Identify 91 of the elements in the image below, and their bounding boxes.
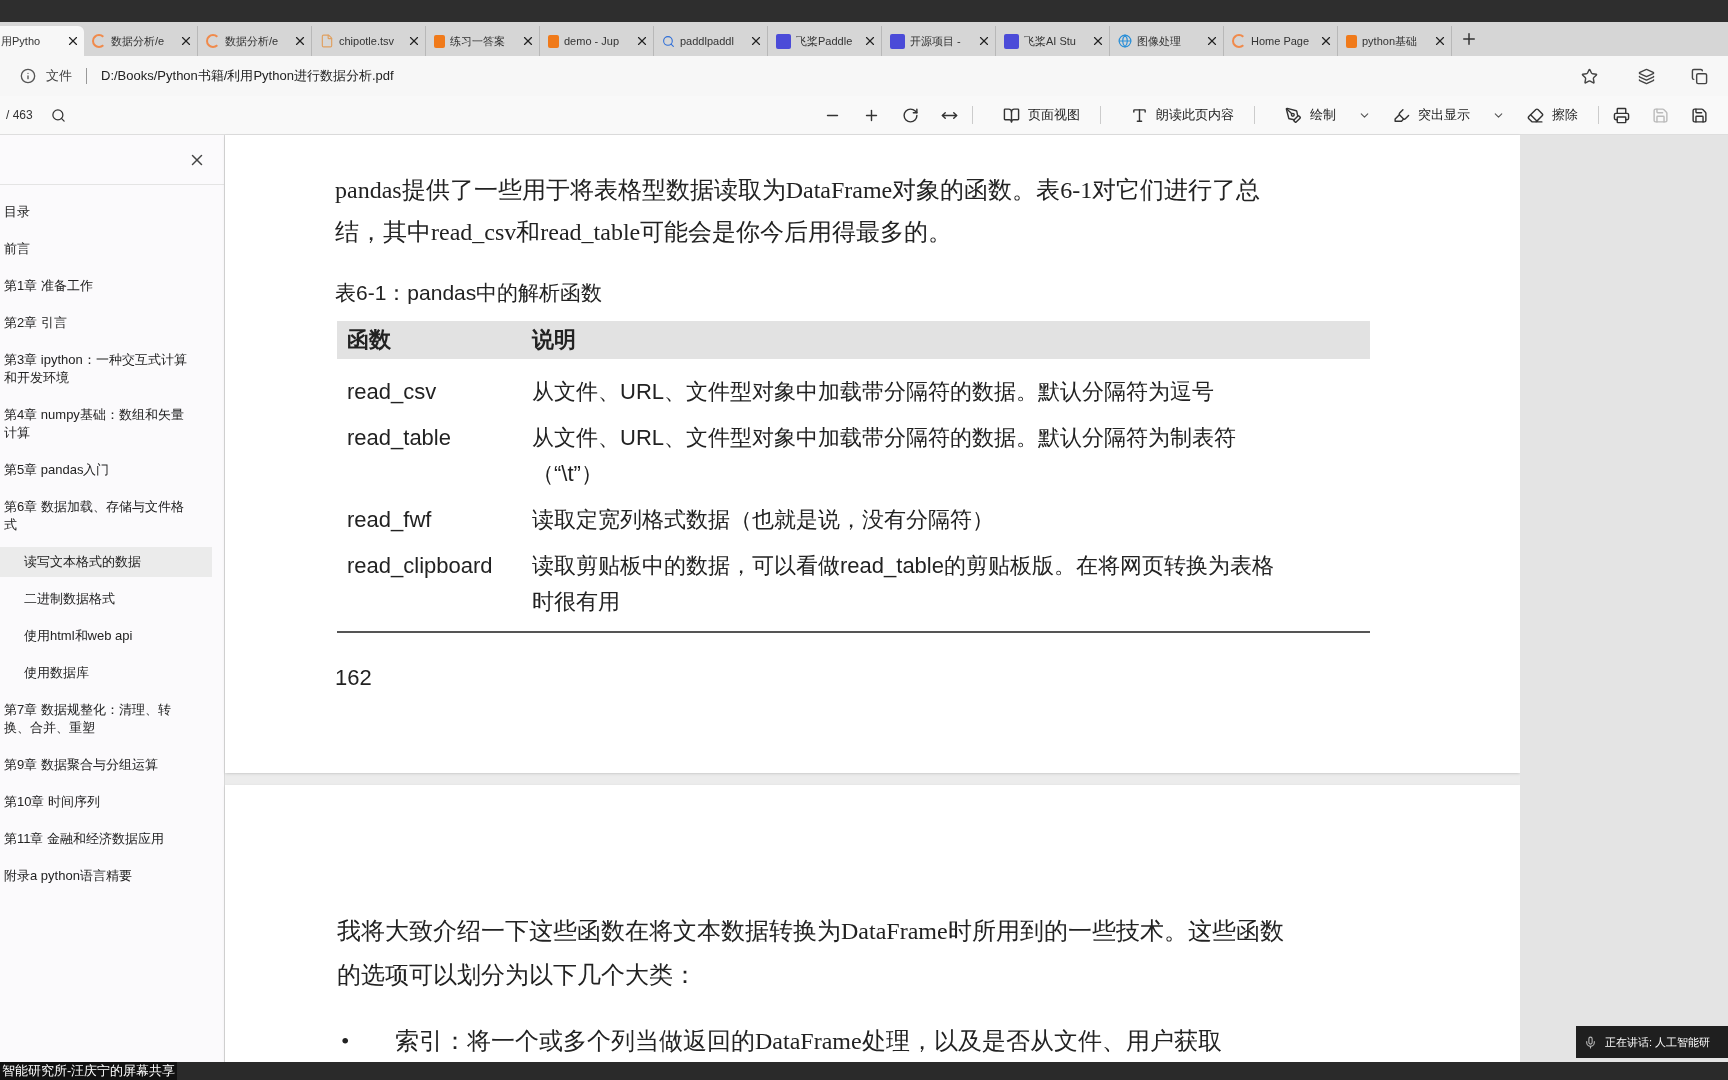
list-item-text: 索引：将一个或多个列当做返回的DataFrame处理，以及是否从文件、用户获取 — [395, 1027, 1222, 1056]
toolbar-button[interactable]: 突出显示 — [1387, 100, 1511, 130]
close-icon[interactable] — [293, 34, 307, 48]
tab-title: 飞桨Paddle — [796, 33, 854, 49]
tab-title: paddlpaddl — [680, 33, 735, 49]
outline-item[interactable]: 第3章 ipython：一种交互式计算和开发环境 — [0, 345, 212, 393]
toolbar-button[interactable]: 朗读此页内容 — [1125, 100, 1240, 130]
browser-tab[interactable]: 用Pytho — [0, 26, 84, 56]
read-aloud-icon — [1131, 106, 1148, 124]
close-icon[interactable] — [1319, 34, 1333, 48]
microphone-icon — [1584, 1035, 1597, 1049]
outline-item[interactable]: 使用html和web api — [0, 621, 212, 651]
outline-item[interactable]: 目录 — [0, 197, 212, 227]
paragraph: pandas提供了一些用于将表格型数据读取为DataFrame对象的函数。表6-1对它们进行了总结，其中read_csv和read_table可能会是你今后用得最多的。 — [335, 176, 1262, 247]
eraser-icon — [1527, 106, 1544, 124]
rotate-icon[interactable] — [902, 106, 919, 124]
column-header: 说明 — [532, 326, 576, 354]
close-icon[interactable] — [407, 34, 421, 48]
table-cell-text: read_fwf — [346, 505, 433, 534]
highlighter-icon — [1393, 106, 1410, 124]
table-cell-text: 从文件、URL、文件型对象中加载带分隔符的数据。默认分隔符为制表符（“\t”） — [532, 423, 1237, 488]
close-icon[interactable] — [1433, 34, 1447, 48]
outline-item[interactable]: 第6章 数据加载、存储与文件格式 — [0, 492, 212, 540]
close-icon[interactable] — [635, 34, 649, 48]
outline-item[interactable]: 第2章 引言 — [0, 308, 212, 338]
table-cell-text: 从文件、URL、文件型对象中加载带分隔符的数据。默认分隔符为逗号 — [532, 377, 1215, 406]
toolbar-button[interactable]: 擦除 — [1521, 100, 1584, 130]
collections-icon[interactable] — [1691, 67, 1708, 85]
tab-title: demo - Jup — [564, 33, 621, 49]
tab-title: 数据分析/e — [111, 33, 166, 49]
favorites-icon[interactable] — [1638, 67, 1655, 85]
search-icon[interactable] — [50, 107, 66, 123]
tab-title: 图像处理 — [1137, 33, 1182, 49]
url-field[interactable]: D:/Books/Python书籍/利用Python进行数据分析.pdf — [101, 66, 1571, 86]
table-cell-text: read_table — [346, 423, 452, 452]
tab-title: 用Pytho — [1, 33, 42, 49]
globe-icon — [1118, 34, 1132, 48]
tab-title: 开源项目 - — [910, 33, 962, 49]
outline-item[interactable]: 第4章 numpy基础：数组和矢量计算 — [0, 400, 212, 448]
info-icon[interactable] — [20, 68, 36, 84]
tab-title: 练习一答案 — [450, 33, 506, 49]
outline-item[interactable]: 二进制数据格式 — [0, 584, 212, 614]
table-cell-text: read_clipboard — [346, 551, 494, 580]
close-icon[interactable] — [179, 34, 193, 48]
print-icon[interactable] — [1613, 106, 1630, 124]
ring-icon — [206, 34, 220, 48]
security-label: 文件 — [46, 67, 72, 86]
close-icon[interactable] — [977, 34, 991, 48]
document-icon — [320, 34, 334, 48]
search-icon — [662, 34, 675, 48]
outline-item[interactable]: 第7章 数据规整化：清理、转换、合并、重塑 — [0, 695, 212, 743]
outline-item[interactable]: 使用数据库 — [0, 658, 212, 688]
outline-item[interactable]: 第1章 准备工作 — [0, 271, 212, 301]
table-cell-text: 读取定宽列格式数据（也就是说，没有分隔符） — [532, 505, 995, 534]
page-view-icon — [1003, 106, 1020, 124]
tab-title: Home Page — [1251, 33, 1311, 49]
table-cell-text: read_csv — [346, 377, 438, 406]
new-tab-icon[interactable] — [1460, 30, 1478, 48]
outline-item[interactable]: 读写文本格式的数据 — [0, 547, 212, 577]
save-as-icon[interactable] — [1691, 106, 1708, 124]
outline-item[interactable]: 第10章 时间序列 — [0, 787, 212, 817]
outline-item[interactable]: 第11章 金融和经济数据应用 — [0, 824, 212, 854]
tab-title: chipotle.tsv — [339, 33, 396, 49]
close-icon[interactable] — [863, 34, 877, 48]
pen-icon — [1285, 106, 1302, 124]
paragraph: 我将大致介绍一下这些函数在将文本数据转换为DataFrame时所用到的一些技术。这些函数的选项可以划分为以下几个大类： — [337, 917, 1285, 990]
outline-item[interactable]: 第5章 pandas入门 — [0, 455, 212, 485]
tab-title: 数据分析/e — [225, 33, 280, 49]
toolbar-button[interactable]: 绘制 — [1279, 100, 1377, 130]
speaker-name: 正在讲话: 人工智能研 — [1605, 1034, 1711, 1050]
page-count: / 463 — [6, 107, 33, 124]
add-favorite-icon[interactable] — [1581, 67, 1598, 85]
close-icon[interactable] — [521, 34, 535, 48]
close-icon[interactable] — [1091, 34, 1105, 48]
tab-title: python基础 — [1362, 33, 1419, 49]
toolbar-button[interactable]: 页面视图 — [997, 100, 1086, 130]
table-caption: 表6-1：pandas中的解析函数 — [335, 280, 604, 306]
outline-item[interactable]: 第9章 数据聚合与分组运算 — [0, 750, 212, 780]
bullet: • — [340, 1027, 351, 1056]
ring-icon — [92, 34, 106, 48]
screen-share-label: 智能研究所-汪庆宁的屏幕共享 — [0, 1062, 178, 1080]
outline-item[interactable]: 附录a python语言精要 — [0, 861, 212, 891]
ring-icon — [1232, 34, 1246, 48]
close-icon[interactable] — [66, 34, 80, 48]
column-header: 函数 — [346, 326, 392, 354]
close-icon[interactable] — [1205, 34, 1219, 48]
table-cell-text: 读取剪贴板中的数据，可以看做read_table的剪贴板版。在将网页转换为表格时很有用 — [532, 551, 1275, 616]
outline-item[interactable]: 前言 — [0, 234, 212, 264]
tab-title: 飞桨AI Stu — [1024, 33, 1077, 49]
close-icon[interactable] — [749, 34, 763, 48]
page-number: 162 — [335, 663, 373, 692]
